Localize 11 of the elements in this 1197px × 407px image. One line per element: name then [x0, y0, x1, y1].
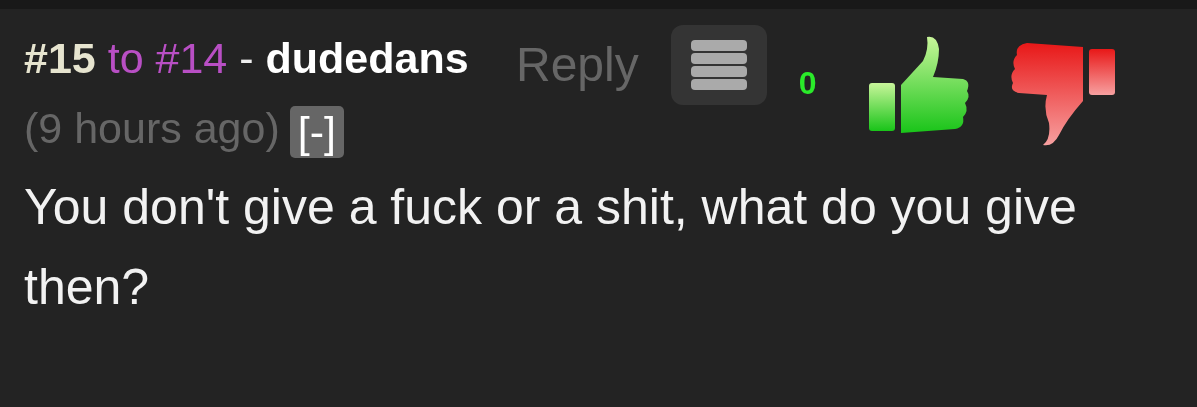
comment-text: You don't give a fuck or a shit, what do you give then?: [24, 178, 1078, 317]
menu-icon: [690, 40, 747, 90]
author-name: dudedans: [265, 34, 469, 82]
vote-count: 0: [798, 65, 817, 102]
menu-button[interactable]: [670, 25, 767, 105]
reply-link[interactable]: Reply: [516, 37, 639, 92]
collapse-button[interactable]: [-]: [289, 105, 344, 158]
timestamp: (9 hours ago): [24, 104, 280, 152]
reply-to-link[interactable]: to #14: [107, 34, 228, 82]
post-number: #15: [24, 34, 96, 82]
separator: -: [239, 34, 254, 82]
